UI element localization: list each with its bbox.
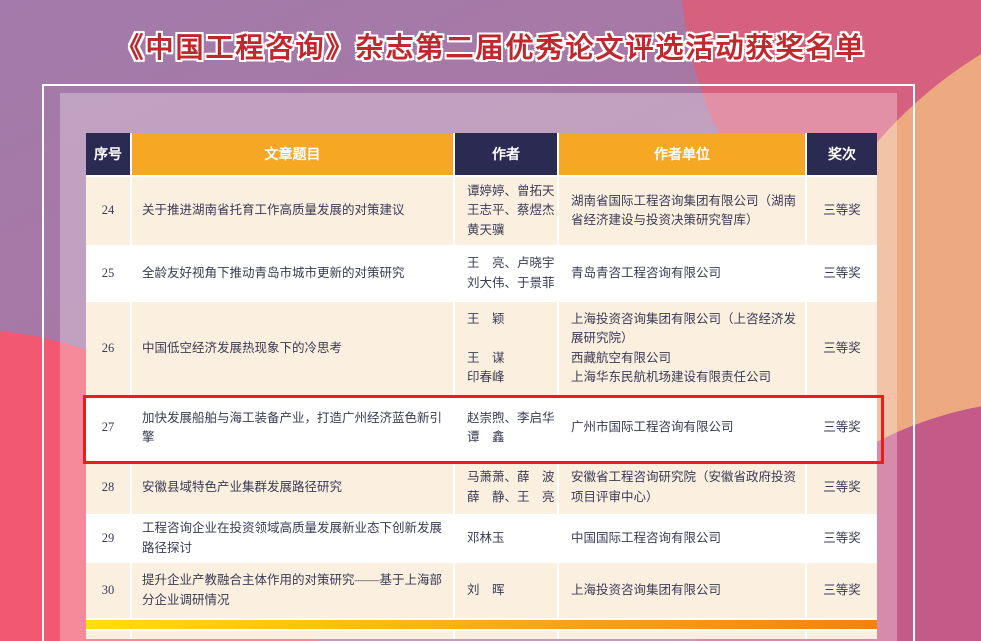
row-26-title: 中国低空经济发展热现象下的冷思考 xyxy=(132,302,453,395)
page-title: 《中国工程咨询》杂志第二届优秀论文评选活动获奖名单 xyxy=(0,26,981,66)
row-28-author: 马萧萧、薛 波 薛 静、王 亮 xyxy=(455,461,557,514)
row-29-title: 工程咨询企业在投资领域高质量发展新业态下创新发展路径探讨 xyxy=(132,516,453,561)
row-27-author: 赵崇煦、李启华 谭 鑫 xyxy=(455,397,557,459)
row-28-org: 安徽省工程咨询研究院（安徽省政府投资项目评审中心） xyxy=(559,461,805,514)
row-26-no: 26 xyxy=(86,302,130,395)
row-30-title: 提升企业产教融合主体作用的对策研究——基于上海部分企业调研情况 xyxy=(132,563,453,618)
row-26-author: 王 颖 王 谋 印春峰 xyxy=(455,302,557,395)
row-29-award: 三等奖 xyxy=(807,516,877,561)
row-27-award: 三等奖 xyxy=(807,397,877,459)
award-table: 序号 文章题目 作者 作者单位 奖次 24 关于推进湖南省托育工作高质量发展的对… xyxy=(86,133,877,639)
next-row-stub xyxy=(455,631,557,639)
row-27-title: 加快发展船舶与海工装备产业，打造广州经济蓝色新引擎 xyxy=(132,397,453,459)
header-title: 文章题目 xyxy=(132,133,453,175)
row-30-no: 30 xyxy=(86,563,130,618)
next-row-stub xyxy=(807,631,877,639)
row-24-award: 三等奖 xyxy=(807,177,877,245)
row-27-no: 27 xyxy=(86,397,130,459)
section-divider-bar xyxy=(86,620,877,629)
row-25-author: 王 亮、卢晓宇 刘大伟、于景菲 xyxy=(455,247,557,300)
row-29-author: 邓林玉 xyxy=(455,516,557,561)
row-24-author: 谭婷婷、曾拓天 王志平、蔡煜杰 黄天骥 xyxy=(455,177,557,245)
row-24-no: 24 xyxy=(86,177,130,245)
row-30-award: 三等奖 xyxy=(807,563,877,618)
row-30-author: 刘 晖 xyxy=(455,563,557,618)
next-row-stub xyxy=(132,631,453,639)
row-25-title: 全龄友好视角下推动青岛市城市更新的对策研究 xyxy=(132,247,453,300)
background: 《中国工程咨询》杂志第二届优秀论文评选活动获奖名单 序号 文章题目 作者 作者单… xyxy=(0,0,981,641)
header-no: 序号 xyxy=(86,133,130,175)
row-27-org: 广州市国际工程咨询有限公司 xyxy=(559,397,805,459)
row-30-org: 上海投资咨询集团有限公司 xyxy=(559,563,805,618)
row-26-award: 三等奖 xyxy=(807,302,877,395)
row-25-org: 青岛青咨工程咨询有限公司 xyxy=(559,247,805,300)
row-28-no: 28 xyxy=(86,461,130,514)
next-row-stub xyxy=(86,631,130,639)
row-25-no: 25 xyxy=(86,247,130,300)
next-row-stub xyxy=(559,631,805,639)
row-29-org: 中国国际工程咨询有限公司 xyxy=(559,516,805,561)
row-25-award: 三等奖 xyxy=(807,247,877,300)
header-org: 作者单位 xyxy=(559,133,805,175)
row-28-award: 三等奖 xyxy=(807,461,877,514)
header-author: 作者 xyxy=(455,133,557,175)
row-26-org: 上海投资咨询集团有限公司（上咨经济发展研究院） 西藏航空有限公司 上海华东民航机… xyxy=(559,302,805,395)
header-award: 奖次 xyxy=(807,133,877,175)
row-24-org: 湖南省国际工程咨询集团有限公司（湖南省经济建设与投资决策研究智库） xyxy=(559,177,805,245)
row-28-title: 安徽县域特色产业集群发展路径研究 xyxy=(132,461,453,514)
row-29-no: 29 xyxy=(86,516,130,561)
row-24-title: 关于推进湖南省托育工作高质量发展的对策建议 xyxy=(132,177,453,245)
